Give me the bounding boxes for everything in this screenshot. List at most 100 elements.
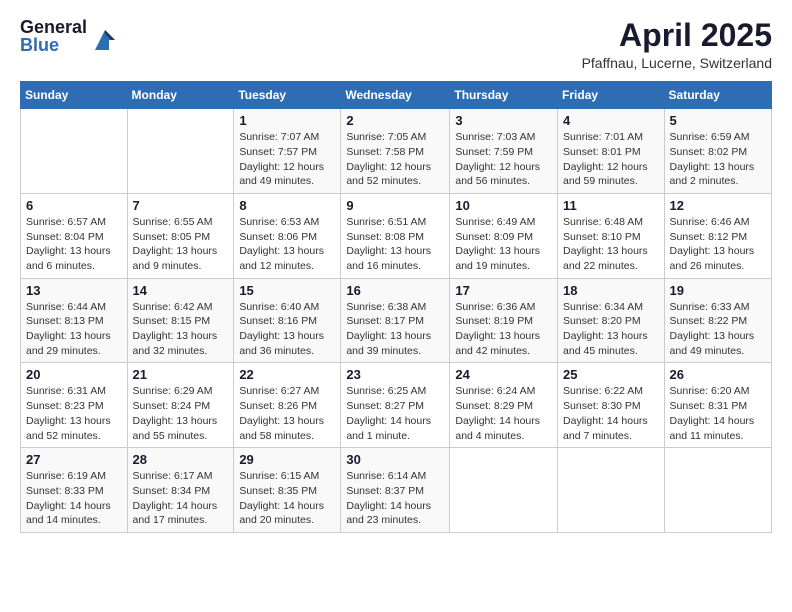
day-number: 10 [455,198,552,213]
day-number: 15 [239,283,335,298]
day-info: Sunrise: 6:17 AM Sunset: 8:34 PM Dayligh… [133,469,229,528]
day-info: Sunrise: 6:48 AM Sunset: 8:10 PM Dayligh… [563,215,659,274]
day-info: Sunrise: 6:31 AM Sunset: 8:23 PM Dayligh… [26,384,122,443]
calendar-day-header: Wednesday [341,82,450,109]
day-info: Sunrise: 6:33 AM Sunset: 8:22 PM Dayligh… [670,300,766,359]
calendar-week-row: 6 Sunrise: 6:57 AM Sunset: 8:04 PM Daylig… [21,193,772,278]
day-info: Sunrise: 6:25 AM Sunset: 8:27 PM Dayligh… [346,384,444,443]
day-number: 14 [133,283,229,298]
title-section: April 2025 Pfaffnau, Lucerne, Switzerlan… [582,18,772,71]
day-number: 8 [239,198,335,213]
day-info: Sunrise: 6:46 AM Sunset: 8:12 PM Dayligh… [670,215,766,274]
main-title: April 2025 [582,18,772,53]
day-info: Sunrise: 7:01 AM Sunset: 8:01 PM Dayligh… [563,130,659,189]
calendar-cell: 23 Sunrise: 6:25 AM Sunset: 8:27 PM Dayli… [341,363,450,448]
day-info: Sunrise: 6:36 AM Sunset: 8:19 PM Dayligh… [455,300,552,359]
calendar-cell: 4 Sunrise: 7:01 AM Sunset: 8:01 PM Daylig… [558,109,665,194]
day-number: 1 [239,113,335,128]
day-number: 23 [346,367,444,382]
day-number: 24 [455,367,552,382]
day-number: 7 [133,198,229,213]
calendar-cell [664,448,771,533]
calendar-day-header: Monday [127,82,234,109]
calendar-day-header: Sunday [21,82,128,109]
day-number: 3 [455,113,552,128]
calendar-cell: 1Sunrise: 7:07 AM Sunset: 7:57 PM Daylig… [234,109,341,194]
day-number: 4 [563,113,659,128]
day-info: Sunrise: 6:14 AM Sunset: 8:37 PM Dayligh… [346,469,444,528]
day-info: Sunrise: 6:27 AM Sunset: 8:26 PM Dayligh… [239,384,335,443]
page: General Blue April 2025 Pfaffnau, Lucern… [0,0,792,612]
calendar-week-row: 20 Sunrise: 6:31 AM Sunset: 8:23 PM Dayli… [21,363,772,448]
day-number: 12 [670,198,766,213]
calendar-cell: 30 Sunrise: 6:14 AM Sunset: 8:37 PM Dayli… [341,448,450,533]
day-info: Sunrise: 6:15 AM Sunset: 8:35 PM Dayligh… [239,469,335,528]
day-info: Sunrise: 6:38 AM Sunset: 8:17 PM Dayligh… [346,300,444,359]
day-info: Sunrise: 6:29 AM Sunset: 8:24 PM Dayligh… [133,384,229,443]
day-info: Sunrise: 6:44 AM Sunset: 8:13 PM Dayligh… [26,300,122,359]
day-number: 28 [133,452,229,467]
calendar-cell: 29 Sunrise: 6:15 AM Sunset: 8:35 PM Dayli… [234,448,341,533]
day-info: Sunrise: 6:24 AM Sunset: 8:29 PM Dayligh… [455,384,552,443]
calendar-day-header: Thursday [450,82,558,109]
calendar-week-row: 13Sunrise: 6:44 AM Sunset: 8:13 PM Dayli… [21,278,772,363]
day-number: 17 [455,283,552,298]
day-number: 2 [346,113,444,128]
day-number: 29 [239,452,335,467]
day-number: 26 [670,367,766,382]
calendar-day-header: Friday [558,82,665,109]
calendar-cell: 10 Sunrise: 6:49 AM Sunset: 8:09 PM Dayli… [450,193,558,278]
day-number: 25 [563,367,659,382]
calendar-cell: 22Sunrise: 6:27 AM Sunset: 8:26 PM Dayli… [234,363,341,448]
day-info: Sunrise: 6:51 AM Sunset: 8:08 PM Dayligh… [346,215,444,274]
calendar-cell: 2 Sunrise: 7:05 AM Sunset: 7:58 PM Daylig… [341,109,450,194]
header: General Blue April 2025 Pfaffnau, Lucern… [20,18,772,71]
day-info: Sunrise: 6:19 AM Sunset: 8:33 PM Dayligh… [26,469,122,528]
calendar-day-header: Tuesday [234,82,341,109]
day-info: Sunrise: 6:57 AM Sunset: 8:04 PM Dayligh… [26,215,122,274]
day-info: Sunrise: 6:53 AM Sunset: 8:06 PM Dayligh… [239,215,335,274]
calendar-cell [21,109,128,194]
subtitle: Pfaffnau, Lucerne, Switzerland [582,55,772,71]
day-number: 20 [26,367,122,382]
calendar-cell: 6 Sunrise: 6:57 AM Sunset: 8:04 PM Daylig… [21,193,128,278]
day-number: 30 [346,452,444,467]
calendar-week-row: 27 Sunrise: 6:19 AM Sunset: 8:33 PM Dayli… [21,448,772,533]
calendar-cell: 3 Sunrise: 7:03 AM Sunset: 7:59 PM Daylig… [450,109,558,194]
logo-icon [91,26,119,54]
calendar-cell: 27 Sunrise: 6:19 AM Sunset: 8:33 PM Dayli… [21,448,128,533]
logo-text: General Blue [20,18,87,54]
logo: General Blue [20,18,119,54]
day-info: Sunrise: 7:05 AM Sunset: 7:58 PM Dayligh… [346,130,444,189]
calendar-cell: 17 Sunrise: 6:36 AM Sunset: 8:19 PM Dayli… [450,278,558,363]
calendar-cell: 16Sunrise: 6:38 AM Sunset: 8:17 PM Dayli… [341,278,450,363]
day-info: Sunrise: 6:40 AM Sunset: 8:16 PM Dayligh… [239,300,335,359]
calendar-cell: 19Sunrise: 6:33 AM Sunset: 8:22 PM Dayli… [664,278,771,363]
calendar-cell: 7Sunrise: 6:55 AM Sunset: 8:05 PM Daylig… [127,193,234,278]
day-number: 21 [133,367,229,382]
calendar-cell: 11 Sunrise: 6:48 AM Sunset: 8:10 PM Dayli… [558,193,665,278]
calendar-cell: 12 Sunrise: 6:46 AM Sunset: 8:12 PM Dayli… [664,193,771,278]
calendar-cell: 5Sunrise: 6:59 AM Sunset: 8:02 PM Daylig… [664,109,771,194]
calendar-cell [127,109,234,194]
calendar-cell: 26Sunrise: 6:20 AM Sunset: 8:31 PM Dayli… [664,363,771,448]
day-number: 6 [26,198,122,213]
calendar-cell: 13Sunrise: 6:44 AM Sunset: 8:13 PM Dayli… [21,278,128,363]
calendar-cell: 9 Sunrise: 6:51 AM Sunset: 8:08 PM Daylig… [341,193,450,278]
day-info: Sunrise: 6:22 AM Sunset: 8:30 PM Dayligh… [563,384,659,443]
day-info: Sunrise: 6:49 AM Sunset: 8:09 PM Dayligh… [455,215,552,274]
calendar-cell [450,448,558,533]
calendar-cell: 21 Sunrise: 6:29 AM Sunset: 8:24 PM Dayli… [127,363,234,448]
calendar-header-row: SundayMondayTuesdayWednesdayThursdayFrid… [21,82,772,109]
day-number: 11 [563,198,659,213]
calendar-cell [558,448,665,533]
day-number: 9 [346,198,444,213]
calendar-cell: 15 Sunrise: 6:40 AM Sunset: 8:16 PM Dayli… [234,278,341,363]
day-info: Sunrise: 6:59 AM Sunset: 8:02 PM Dayligh… [670,130,766,189]
day-info: Sunrise: 7:03 AM Sunset: 7:59 PM Dayligh… [455,130,552,189]
calendar-cell: 20 Sunrise: 6:31 AM Sunset: 8:23 PM Dayli… [21,363,128,448]
logo-general: General [20,18,87,36]
day-number: 27 [26,452,122,467]
day-info: Sunrise: 6:42 AM Sunset: 8:15 PM Dayligh… [133,300,229,359]
day-number: 18 [563,283,659,298]
